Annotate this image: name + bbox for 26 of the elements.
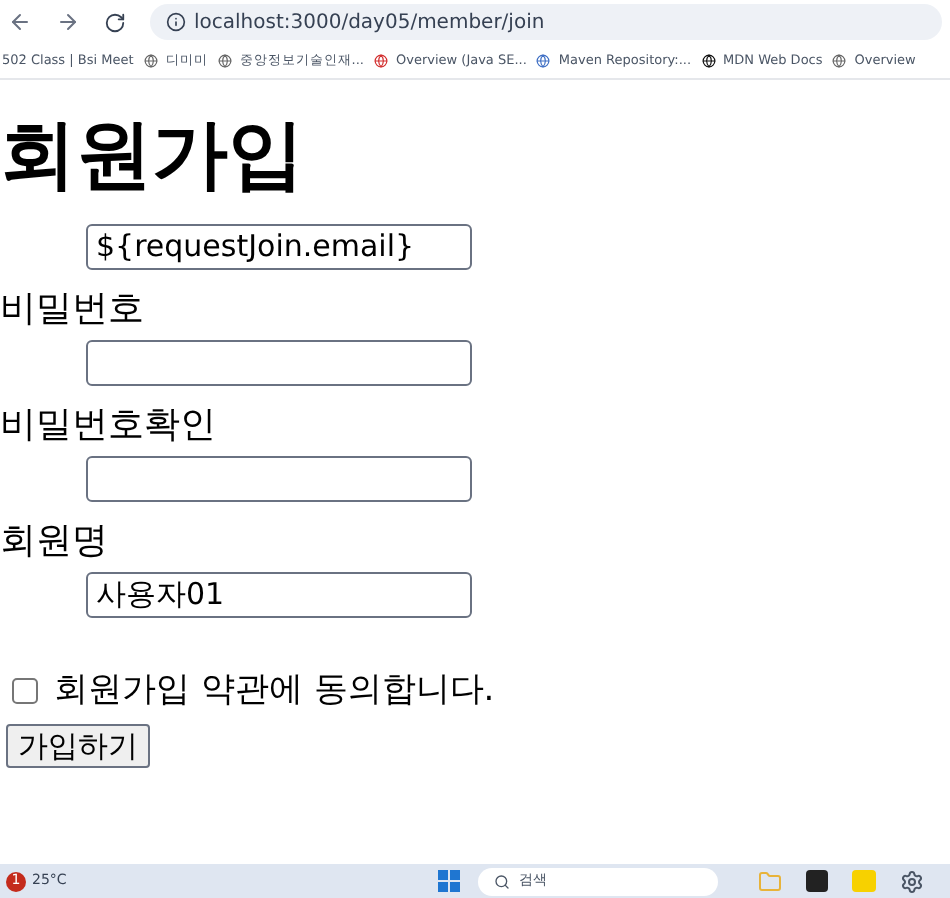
- agree-label: 회원가입 약관에 동의합니다.: [54, 667, 495, 713]
- globe-icon: [832, 54, 847, 68]
- input-field[interactable]: ${requestJoin.email}: [86, 223, 472, 269]
- forward-icon[interactable]: [56, 10, 80, 34]
- info-icon: [166, 12, 186, 32]
- input-field[interactable]: [86, 339, 472, 385]
- page-title: 회원가입: [0, 108, 306, 202]
- agree-checkbox[interactable]: [12, 677, 38, 704]
- field-label: 비밀번호: [0, 285, 146, 333]
- field-label: 비밀번호확인: [0, 401, 218, 449]
- globe-icon: [701, 54, 716, 68]
- globe-icon: [217, 54, 232, 68]
- search-icon: [494, 873, 511, 889]
- submit-button[interactable]: 가입하기: [6, 724, 150, 768]
- input-field[interactable]: 사용자01: [86, 571, 472, 617]
- settings-icon[interactable]: [900, 869, 925, 893]
- back-icon[interactable]: [8, 10, 32, 34]
- globe-icon: [536, 54, 551, 68]
- input-field[interactable]: [86, 455, 472, 501]
- app-icon[interactable]: [806, 870, 829, 892]
- field-label: 회원명: [0, 517, 110, 565]
- windows-start-icon[interactable]: [438, 870, 461, 892]
- address-bar[interactable]: localhost:3000/day05/member/join: [150, 4, 942, 40]
- globe-icon: [143, 54, 158, 68]
- globe-icon: [373, 54, 388, 68]
- reload-icon[interactable]: [104, 11, 126, 33]
